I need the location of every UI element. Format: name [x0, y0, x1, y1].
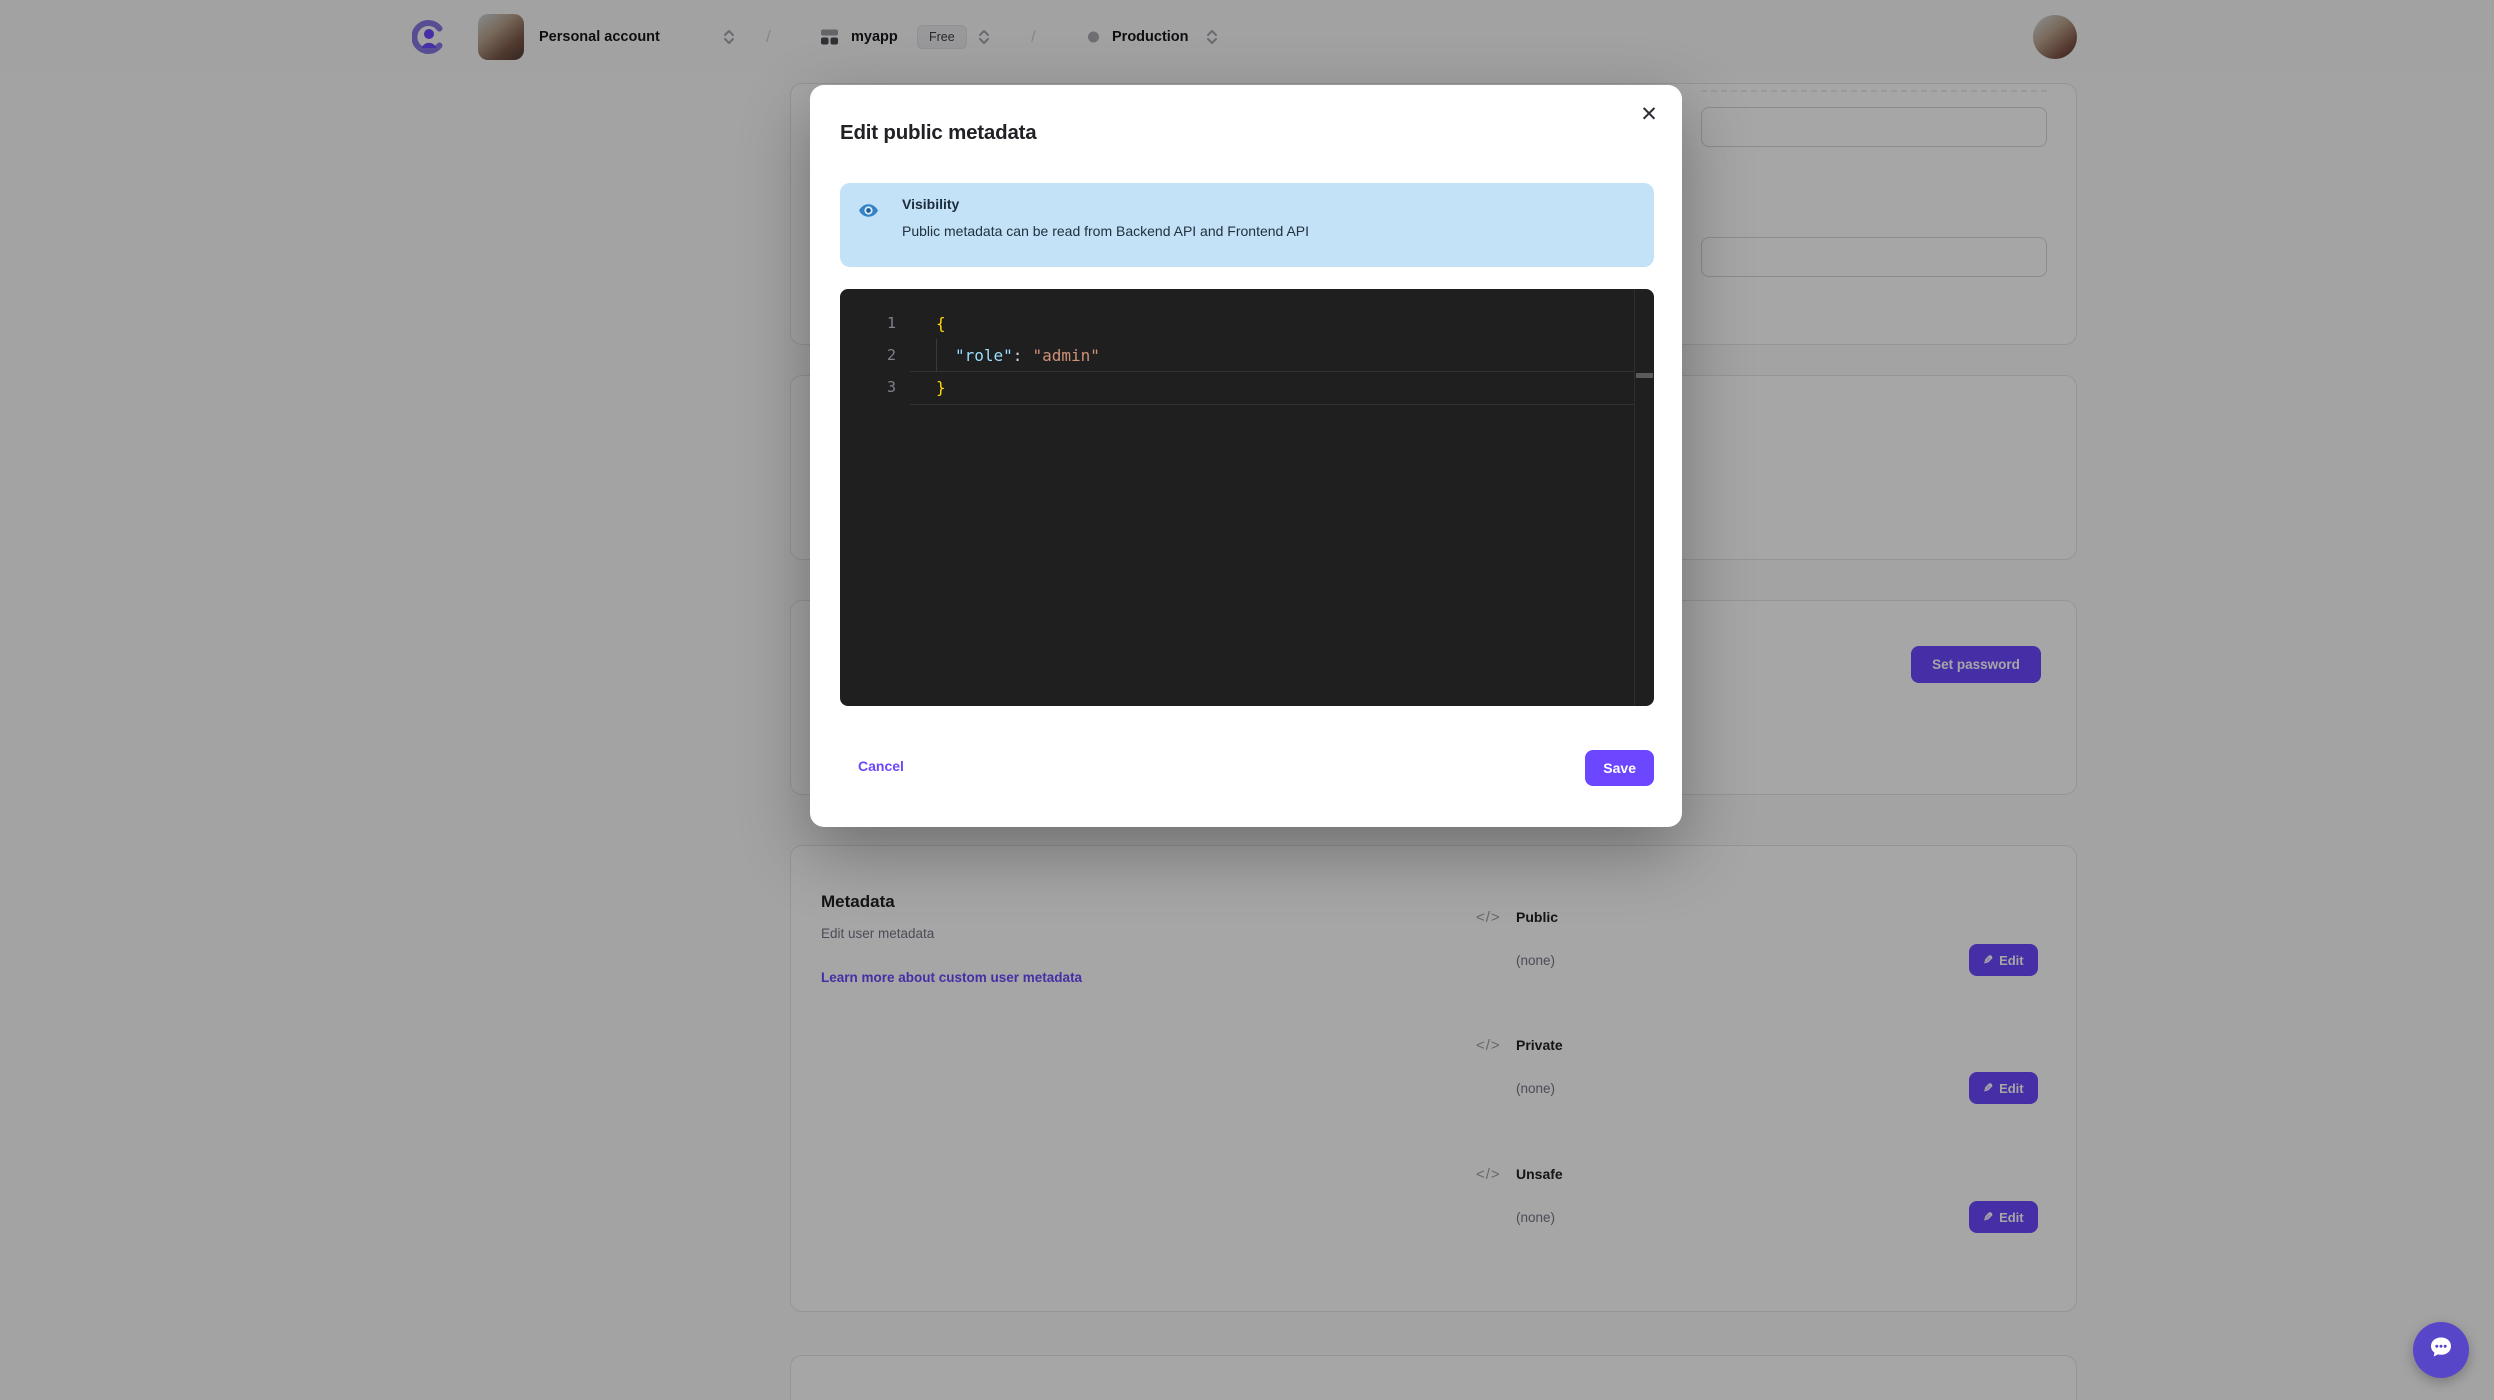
callout-title: Visibility — [902, 196, 960, 212]
modal-footer: Cancel Save — [840, 750, 1654, 786]
chat-bubble-icon — [2426, 1333, 2456, 1368]
code-line: 2 "role": "admin" — [840, 339, 1654, 371]
json-code-editor[interactable]: 1 { 2 "role": "admin" 3 } — [840, 289, 1654, 706]
screen: Personal account / myapp Free / Producti… — [0, 0, 2494, 1400]
line-number: 3 — [886, 378, 896, 396]
code-token: { — [936, 313, 946, 333]
code-token: } — [936, 377, 946, 397]
code-lines: 1 { 2 "role": "admin" 3 } — [840, 307, 1654, 403]
cancel-button[interactable]: Cancel — [858, 758, 904, 774]
close-icon[interactable]: ✕ — [1634, 99, 1664, 129]
scrollbar-marker — [1636, 373, 1653, 378]
callout-body: Public metadata can be read from Backend… — [902, 223, 1310, 239]
visibility-callout: Visibility Public metadata can be read f… — [840, 183, 1654, 267]
line-number: 2 — [886, 346, 896, 364]
save-button[interactable]: Save — [1585, 750, 1654, 786]
code-token: "role" — [955, 345, 1013, 365]
chat-widget-button[interactable] — [2413, 1322, 2469, 1378]
code-line: 1 { — [840, 307, 1654, 339]
editor-scrollbar[interactable] — [1634, 289, 1654, 706]
code-token: "admin" — [1032, 345, 1100, 365]
modal-title: Edit public metadata — [840, 121, 1037, 144]
eye-icon — [858, 200, 879, 221]
code-line: 3 } — [840, 371, 1654, 403]
code-token: : — [1012, 345, 1023, 365]
line-number: 1 — [886, 314, 896, 332]
edit-public-metadata-modal: Edit public metadata ✕ Visibility Public… — [810, 85, 1682, 827]
